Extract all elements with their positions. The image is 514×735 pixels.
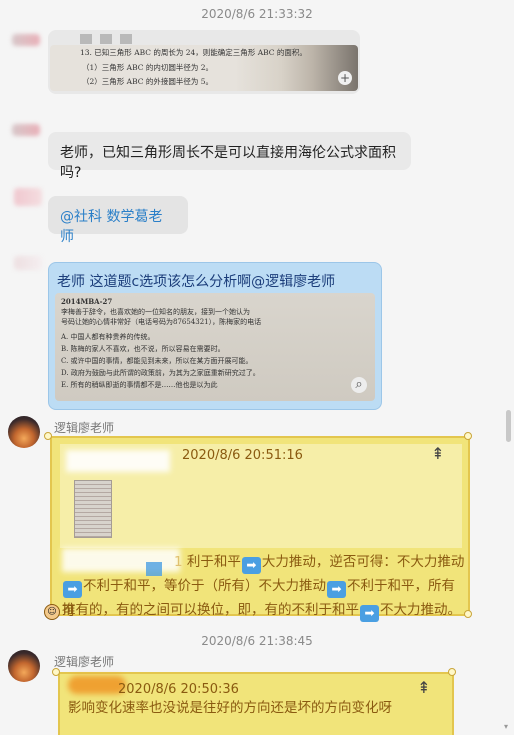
note-segment: 1: [174, 554, 183, 570]
resize-handle[interactable]: [464, 610, 472, 618]
right-arrow-icon: ➡: [241, 557, 261, 574]
right-arrow-icon: ➡: [63, 581, 82, 598]
resize-handle[interactable]: [44, 432, 52, 440]
sender-name: 逻辑廖老师: [54, 655, 115, 669]
note-segment: 不大力推动。: [380, 602, 461, 618]
resize-handle[interactable]: [52, 668, 60, 676]
note-segment: 利于和平: [186, 554, 241, 570]
photo-text-line: 李梅善于辞令，也喜欢她的一位知名的朋友，接到一个她认为: [61, 308, 250, 316]
timestamp: 2020/8/6 21:38:45: [201, 634, 313, 648]
right-arrow-icon: ➡: [327, 581, 346, 598]
mascot-icon: ☺: [44, 604, 60, 620]
pin-icon[interactable]: ⇞: [416, 680, 432, 696]
timestamp: 2020/8/6 21:33:32: [201, 7, 313, 21]
avatar[interactable]: [14, 188, 42, 206]
note-segment: 大力推动，逆否可得：不大力推动: [261, 554, 465, 570]
message-bubble[interactable]: @社科 数学葛老师: [48, 196, 188, 245]
photo-text-line: （1）三角形 ABC 的内切圆半径为 2。: [82, 63, 214, 72]
note-line: 1 利于和平 ➡ 大力推动，逆否可得：不大力推动: [174, 550, 464, 575]
message-text: 老师 这道题c选项该怎么分析啊@逻辑廖老师: [57, 274, 336, 290]
pin-icon[interactable]: ⇞: [430, 446, 446, 462]
photo-text-line: C. 或许中国的事情，都能见到未来，所以在某方面开展可能。: [61, 357, 253, 365]
note-line: 影响变化速率也没说是往好的方向还是坏的方向变化呀: [68, 700, 392, 716]
avatar[interactable]: [8, 650, 40, 682]
zoom-icon[interactable]: ⌕: [351, 377, 367, 393]
zoom-icon[interactable]: +: [338, 71, 352, 85]
sender-name: 逻辑廖老师: [54, 421, 115, 435]
note-line: 推有的，有的之间可以换位，即，有的不利于和平 ➡ 不大力推动。: [62, 598, 461, 623]
note-segment: 推有的，有的之间可以换位，即，有的不利于和平: [62, 602, 359, 618]
blurred-header: [66, 450, 170, 472]
photo-text-line: （2）三角形 ABC 的外接圆半径为 5。: [82, 77, 214, 86]
mention-text[interactable]: @社科 数学葛老师: [60, 209, 162, 245]
scrollbar-thumb[interactable]: [506, 410, 511, 442]
photo-obscured-top: [80, 34, 140, 44]
avatar[interactable]: [12, 124, 40, 136]
photo-text-line: A. 中国人都有种贵养的传统。: [61, 333, 155, 341]
photo-text-line: D. 政府为鼓励与此所谓的政策前，为其为之家庭重新研究过了。: [61, 369, 260, 377]
note-segment: 不利于和平，等价于（所有）不大力推动: [83, 578, 326, 594]
note-timestamp: 2020/8/6 20:51:16: [182, 448, 303, 463]
avatar[interactable]: [8, 416, 40, 448]
image-bubble[interactable]: 13. 已知三角形 ABC 的周长为 24，则能确定三角形 ABC 的面积。 （…: [48, 30, 360, 94]
right-arrow-icon: ➡: [360, 605, 379, 622]
scroll-down-arrow[interactable]: ▾: [504, 723, 512, 731]
photo-text-line: 号码让她的心情非常好（电话号码为87654321），陈梅家的电话: [61, 318, 262, 326]
avatar[interactable]: [12, 34, 40, 46]
note-timestamp: 2020/8/6 20:50:36: [118, 682, 239, 697]
logic-question-photo[interactable]: 2014MBA-27 李梅善于辞令，也喜欢她的一位知名的朋友，接到一个她认为 号…: [55, 293, 375, 401]
photo-text-line: 2014MBA-27: [61, 297, 113, 306]
resize-handle[interactable]: [464, 432, 472, 440]
message-bubble[interactable]: 老师 这道题c选项该怎么分析啊@逻辑廖老师 2014MBA-27 李梅善于辞令，…: [48, 262, 382, 410]
photo-text-line: E. 所有的稍纵即逝的事情都不是……他也是以为此: [61, 381, 218, 389]
blurred-prefix: [62, 548, 180, 572]
annotation-note[interactable]: 2020/8/6 20:50:36 ⇞ 影响变化速率也没说是往好的方向还是坏的方…: [58, 672, 454, 735]
photo-text-line: 13. 已知三角形 ABC 的周长为 24，则能确定三角形 ABC 的面积。: [80, 48, 307, 57]
avatar[interactable]: [14, 256, 42, 270]
message-bubble[interactable]: 老师，已知三角形周长不是可以直接用海伦公式求面积吗?: [48, 132, 411, 181]
math-problem-photo[interactable]: 13. 已知三角形 ABC 的周长为 24，则能确定三角形 ABC 的面积。 （…: [50, 45, 358, 91]
receipt-image[interactable]: [74, 480, 112, 538]
photo-text-line: B. 陈梅的家人不喜欢，也不说，所以容易在需要时。: [61, 345, 225, 353]
message-text: 老师，已知三角形周长不是可以直接用海伦公式求面积吗?: [60, 145, 396, 181]
annotation-note[interactable]: 2020/8/6 20:51:16 ⇞ 1 利于和平 ➡ 大力推动，逆否可得：不大力…: [50, 436, 470, 622]
resize-handle[interactable]: [448, 668, 456, 676]
